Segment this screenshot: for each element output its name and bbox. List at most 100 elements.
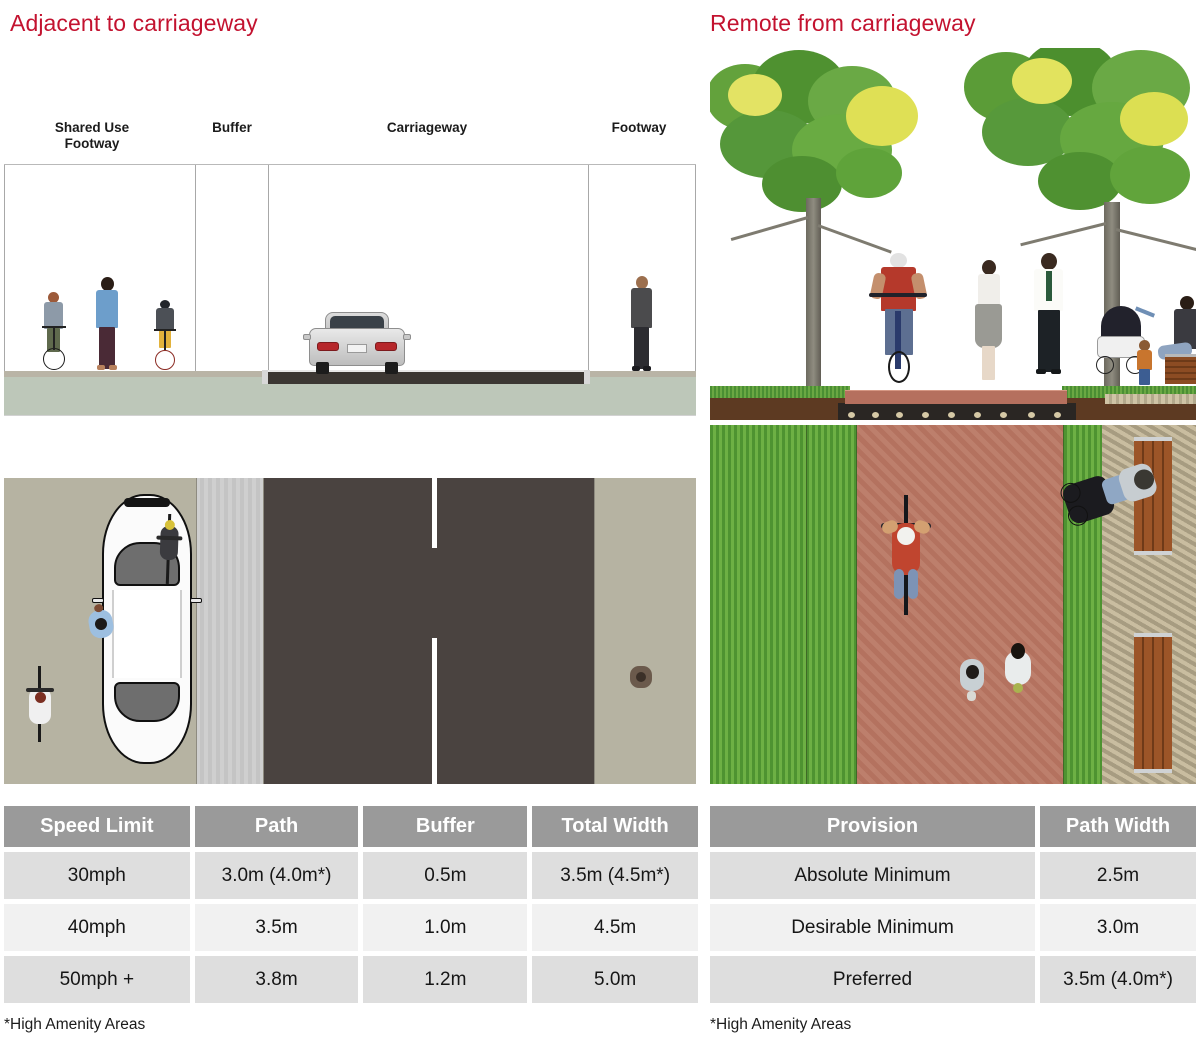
table-row: Preferred 3.5m (4.0m*) bbox=[710, 956, 1196, 1003]
col-header-provision: Provision bbox=[710, 806, 1035, 847]
cyclist-plan-top bbox=[155, 513, 183, 585]
tree-canopy bbox=[960, 48, 1196, 240]
section-label-carriageway: Carriageway bbox=[386, 120, 468, 135]
car-windscreen-top bbox=[124, 498, 170, 507]
cell-path-width: 3.0m bbox=[1040, 904, 1196, 951]
cyclist-figure-perspective bbox=[869, 253, 928, 383]
bench-perspective bbox=[1165, 354, 1196, 384]
section-label-shared-use-footway: Shared Use Footway bbox=[54, 120, 130, 151]
cell-path: 3.5m bbox=[194, 904, 359, 951]
cell-path-width: 3.5m (4.0m*) bbox=[1040, 956, 1196, 1003]
pedestrian-plan-remote-b bbox=[1003, 643, 1033, 697]
lane-marking bbox=[432, 478, 437, 548]
grass-strip-left bbox=[710, 386, 850, 398]
car-tyre-left bbox=[316, 362, 329, 374]
cell-buffer: 1.0m bbox=[363, 904, 528, 951]
grass-verge-left bbox=[710, 425, 856, 784]
col-header-total-width: Total Width bbox=[532, 806, 699, 847]
toddler-figure bbox=[1134, 340, 1154, 386]
footway-zone bbox=[594, 478, 696, 784]
lane-marking bbox=[432, 638, 437, 784]
child-cyclist-figure bbox=[152, 300, 178, 374]
car-mirror-right bbox=[403, 334, 411, 340]
zone-edge bbox=[594, 478, 595, 784]
car-mirror-left-plan bbox=[92, 598, 104, 603]
zone-edge bbox=[196, 478, 197, 784]
car-number-plate bbox=[347, 344, 367, 353]
table-row: Desirable Minimum 3.0m bbox=[710, 904, 1196, 951]
table-row: 40mph 3.5m 1.0m 4.5m bbox=[4, 904, 699, 951]
cyclist-plan-remote bbox=[878, 495, 934, 615]
table-row: 30mph 3.0m (4.0m*) 0.5m 3.5m (4.5m*) bbox=[4, 852, 699, 899]
pedestrian-man-figure bbox=[1028, 253, 1068, 385]
col-header-path-width: Path Width bbox=[1040, 806, 1196, 847]
footnote-right: *High Amenity Areas bbox=[710, 1016, 852, 1033]
zone-edge bbox=[263, 478, 264, 784]
pedestrian-plan-remote-a bbox=[958, 653, 986, 703]
car-elevation bbox=[303, 312, 411, 374]
section-label-buffer: Buffer bbox=[212, 120, 252, 135]
car-tail-light-right bbox=[375, 342, 397, 351]
path-edge-right bbox=[1063, 425, 1064, 784]
car-mirror-left bbox=[303, 334, 311, 340]
column-heading-adjacent: Adjacent to carriageway bbox=[10, 10, 258, 36]
perspective-view-remote bbox=[710, 48, 1196, 420]
section-divider bbox=[588, 165, 589, 377]
table-row: Absolute Minimum 2.5m bbox=[710, 852, 1196, 899]
kerb-left bbox=[262, 370, 268, 384]
cyclist-figure bbox=[40, 292, 68, 374]
figure-root: Adjacent to carriageway Remote from carr… bbox=[0, 0, 1200, 1044]
cyclist-plan-bottom bbox=[26, 666, 54, 742]
cell-speed-limit: 50mph + bbox=[4, 956, 190, 1003]
cell-provision: Absolute Minimum bbox=[710, 852, 1035, 899]
table-header-row: Provision Path Width bbox=[710, 806, 1196, 847]
car-rear-window-plan bbox=[114, 682, 180, 722]
cell-path: 3.0m (4.0m*) bbox=[194, 852, 359, 899]
table-adjacent-widths: Speed Limit Path Buffer Total Width 30mp… bbox=[4, 806, 699, 1008]
table-remote-widths: Provision Path Width Absolute Minimum 2.… bbox=[710, 806, 1196, 1008]
col-header-speed-limit: Speed Limit bbox=[4, 806, 190, 847]
section-divider bbox=[195, 165, 196, 377]
section-divider bbox=[4, 165, 5, 377]
pedestrian-woman-figure bbox=[970, 260, 1006, 384]
cell-buffer: 1.2m bbox=[363, 956, 528, 1003]
cell-path: 3.8m bbox=[194, 956, 359, 1003]
col-header-buffer: Buffer bbox=[363, 806, 528, 847]
bench-plan-bottom bbox=[1134, 633, 1172, 773]
cell-speed-limit: 30mph bbox=[4, 852, 190, 899]
column-heading-remote: Remote from carriageway bbox=[710, 10, 976, 36]
col-header-path: Path bbox=[194, 806, 359, 847]
cell-total-width: 5.0m bbox=[532, 956, 699, 1003]
cell-provision: Desirable Minimum bbox=[710, 904, 1035, 951]
verge-sub-edge bbox=[806, 425, 807, 784]
cell-total-width: 4.5m bbox=[532, 904, 699, 951]
car-tyre-right bbox=[385, 362, 398, 374]
plan-view-remote bbox=[710, 425, 1196, 784]
kerb-right bbox=[584, 370, 590, 384]
car-roof-plan bbox=[112, 590, 182, 678]
cell-buffer: 0.5m bbox=[363, 852, 528, 899]
car-mirror-right-plan bbox=[190, 598, 202, 603]
carriageway-zone bbox=[264, 478, 594, 784]
section-divider bbox=[695, 165, 696, 377]
pedestrian-footway-figure bbox=[626, 276, 656, 374]
footnote-left: *High Amenity Areas bbox=[4, 1016, 146, 1033]
tree-trunk bbox=[806, 198, 821, 404]
plan-view-adjacent bbox=[4, 478, 696, 784]
table-row: 50mph + 3.8m 1.2m 5.0m bbox=[4, 956, 699, 1003]
cell-total-width: 3.5m (4.5m*) bbox=[532, 852, 699, 899]
path-gravel-edge bbox=[838, 403, 1076, 420]
section-divider bbox=[268, 165, 269, 377]
cell-path-width: 2.5m bbox=[1040, 852, 1196, 899]
amenity-gravel-area bbox=[1105, 394, 1196, 404]
table-header-row: Speed Limit Path Buffer Total Width bbox=[4, 806, 699, 847]
cell-speed-limit: 40mph bbox=[4, 904, 190, 951]
section-label-footway: Footway bbox=[611, 120, 667, 135]
buffer-zone bbox=[196, 478, 264, 784]
shared-path-surface bbox=[845, 390, 1067, 404]
path-edge-left bbox=[856, 425, 857, 784]
cross-section-diagram bbox=[4, 164, 696, 416]
cell-provision: Preferred bbox=[710, 956, 1035, 1003]
pedestrian-figure bbox=[92, 277, 122, 374]
pedestrian-plan-footway bbox=[630, 666, 652, 688]
